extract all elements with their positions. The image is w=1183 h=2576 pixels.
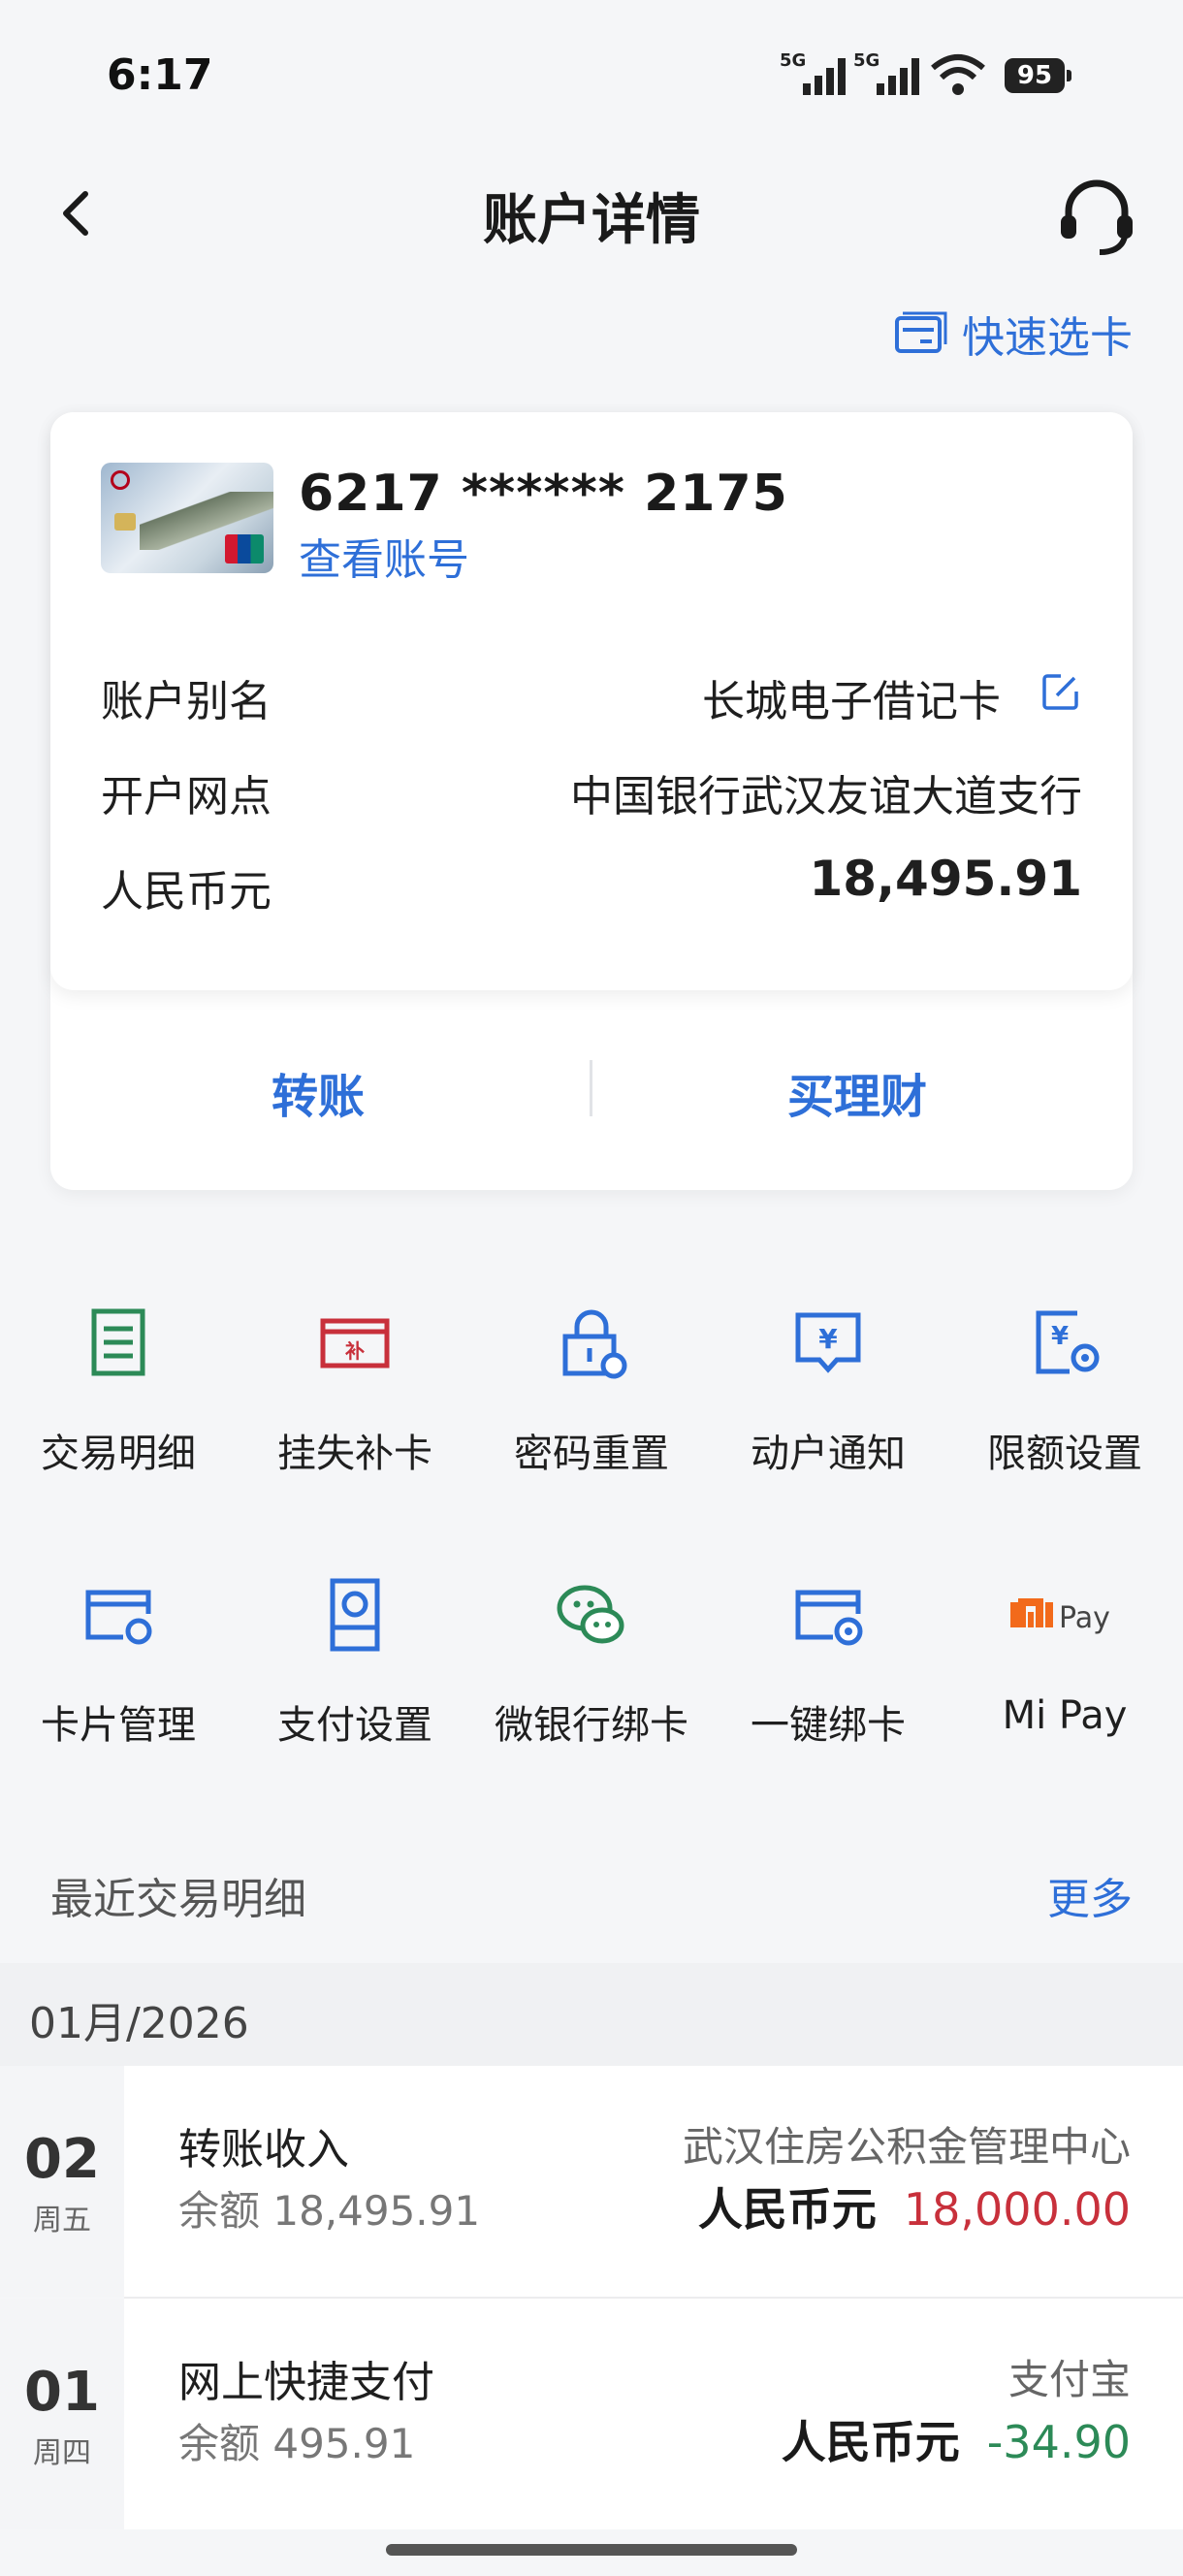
- service-wechat-bind[interactable]: 微银行绑卡: [473, 1571, 710, 1750]
- view-account-number-link[interactable]: 查看账号: [299, 525, 469, 587]
- home-indicator[interactable]: [386, 2544, 797, 2556]
- customer-service-icon[interactable]: [1053, 173, 1140, 260]
- branch-label: 开户网点: [101, 772, 272, 821]
- svg-text:5G: 5G: [853, 50, 879, 71]
- account-card-info: 6217 ****** 2175 查看账号 账户别名 长城电子借记卡 开户网点 …: [50, 412, 1133, 990]
- account-number: 6217 ****** 2175: [299, 465, 788, 523]
- svg-text:补: 补: [344, 1339, 365, 1363]
- transfer-button[interactable]: 转账: [272, 1058, 365, 1126]
- account-notice-icon: ¥: [795, 1312, 861, 1373]
- quick-select-label: 快速选卡: [962, 313, 1133, 363]
- service-label: 动户通知: [751, 1432, 906, 1476]
- one-click-bind-icon: [795, 1590, 863, 1646]
- service-label: 挂失补卡: [277, 1432, 432, 1476]
- transaction-weekday: 周五: [33, 2204, 91, 2238]
- svg-text:5G: 5G: [780, 50, 806, 71]
- service-password-reset[interactable]: 密码重置: [473, 1300, 710, 1478]
- status-time: 6:17: [107, 50, 213, 100]
- more-link[interactable]: 更多: [1047, 1864, 1133, 1926]
- service-one-click-bind[interactable]: 一键绑卡: [710, 1571, 946, 1750]
- service-label: 一键绑卡: [751, 1703, 906, 1748]
- unionpay-logo-icon: [225, 534, 264, 564]
- service-label: 交易明细: [41, 1432, 196, 1476]
- alias-label: 账户别名: [101, 677, 272, 726]
- card-chip-icon: [114, 513, 136, 531]
- quick-select-card-button[interactable]: 快速选卡: [894, 303, 1133, 365]
- transaction-row[interactable]: 01 周四 网上快捷支付 余额 495.91 支付宝 人民币元 -34.90: [0, 2299, 1183, 2529]
- card-image: [101, 463, 273, 573]
- service-label: 限额设置: [987, 1432, 1142, 1476]
- password-reset-icon: [562, 1309, 627, 1379]
- transaction-counterparty: 武汉住房公积金管理中心: [682, 2123, 1131, 2171]
- transaction-day: 01: [24, 2361, 100, 2424]
- service-report-loss[interactable]: 补 挂失补卡: [237, 1300, 473, 1478]
- service-label: 支付设置: [277, 1703, 432, 1748]
- wifi-icon: [931, 54, 985, 95]
- transaction-balance: 余额 18,495.91: [178, 2187, 481, 2235]
- mi-pay-icon: Pay: [1010, 1598, 1110, 1635]
- transaction-currency: 人民币元: [781, 2416, 960, 2468]
- transaction-name: 转账收入: [178, 2125, 349, 2174]
- service-mi-pay[interactable]: Pay Mi Pay: [946, 1571, 1183, 1738]
- battery-indicator: 95: [1005, 58, 1071, 93]
- card-switch-icon: [895, 311, 947, 353]
- status-bar: 6:17 5G 5G 95: [0, 0, 1183, 145]
- page-title: 账户详情: [483, 189, 700, 252]
- buy-wealth-button[interactable]: 买理财: [787, 1058, 927, 1126]
- transaction-amount: 人民币元 -34.90: [782, 2407, 1131, 2471]
- wechat-bind-icon: [557, 1585, 624, 1644]
- transaction-row[interactable]: 02 周五 转账收入 余额 18,495.91 武汉住房公积金管理中心 人民币元…: [0, 2066, 1183, 2297]
- alias-row: 账户别名 长城电子借记卡: [101, 666, 1082, 734]
- transaction-currency: 人民币元: [697, 2183, 877, 2236]
- transaction-date: 02 周五: [0, 2066, 124, 2297]
- branch-row: 开户网点 中国银行武汉友谊大道支行: [101, 761, 1082, 829]
- app-header: 账户详情: [0, 145, 1183, 291]
- limit-settings-icon: ¥: [1036, 1310, 1100, 1374]
- card-actions: 转账 买理财: [50, 990, 1133, 1190]
- balance-value: 18,495.91: [809, 851, 1082, 907]
- service-card-management[interactable]: 卡片管理: [0, 1571, 237, 1750]
- svg-text:¥: ¥: [818, 1323, 838, 1355]
- currency-label: 人民币元: [101, 867, 272, 917]
- service-label: 密码重置: [514, 1432, 669, 1476]
- bank-logo-icon: [111, 470, 130, 490]
- transaction-weekday: 周四: [33, 2436, 91, 2470]
- branch-value: 中国银行武汉友谊大道支行: [570, 772, 1082, 821]
- recent-transactions-title: 最近交易明细: [50, 1875, 306, 1924]
- mi-pay-logo-text: Pay: [1059, 1601, 1110, 1635]
- alias-value: 长城电子借记卡: [702, 677, 1001, 726]
- cellular-signal-2-icon: 5G: [853, 50, 919, 95]
- actions-divider: [590, 1060, 592, 1116]
- card-management-icon: [85, 1590, 152, 1645]
- account-card: 6217 ****** 2175 查看账号 账户别名 长城电子借记卡 开户网点 …: [50, 412, 1133, 1190]
- cellular-signal-icon: 5G: [780, 50, 846, 95]
- balance-row: 人民币元 18,495.91: [101, 851, 1082, 924]
- transaction-amount-value: -34.90: [986, 2416, 1131, 2468]
- transaction-list-icon: [91, 1308, 145, 1376]
- service-label: 微银行绑卡: [495, 1703, 688, 1748]
- transaction-name: 网上快捷支付: [178, 2358, 434, 2407]
- transaction-amount: 人民币元 18,000.00: [698, 2174, 1131, 2238]
- transaction-day: 02: [24, 2128, 100, 2191]
- service-label: 卡片管理: [41, 1703, 196, 1748]
- report-loss-icon: 补: [320, 1318, 390, 1368]
- payment-settings-icon: [330, 1578, 380, 1652]
- transaction-counterparty: 支付宝: [1007, 2356, 1131, 2403]
- transaction-date: 01 周四: [0, 2299, 124, 2529]
- edit-alias-icon[interactable]: [1039, 670, 1082, 713]
- month-label: 01月/2026: [29, 1999, 249, 2048]
- service-account-notice[interactable]: ¥ 动户通知: [710, 1300, 946, 1478]
- service-limit-settings[interactable]: ¥ 限额设置: [946, 1300, 1183, 1478]
- transaction-amount-value: 18,000.00: [903, 2183, 1131, 2236]
- svg-text:¥: ¥: [1051, 1322, 1069, 1351]
- month-header: 01月/2026: [0, 1963, 1183, 2066]
- service-label: Mi Pay: [1002, 1693, 1128, 1738]
- transaction-balance: 余额 495.91: [178, 2420, 416, 2467]
- service-transaction-details[interactable]: 交易明细: [0, 1300, 237, 1478]
- service-payment-settings[interactable]: 支付设置: [237, 1571, 473, 1750]
